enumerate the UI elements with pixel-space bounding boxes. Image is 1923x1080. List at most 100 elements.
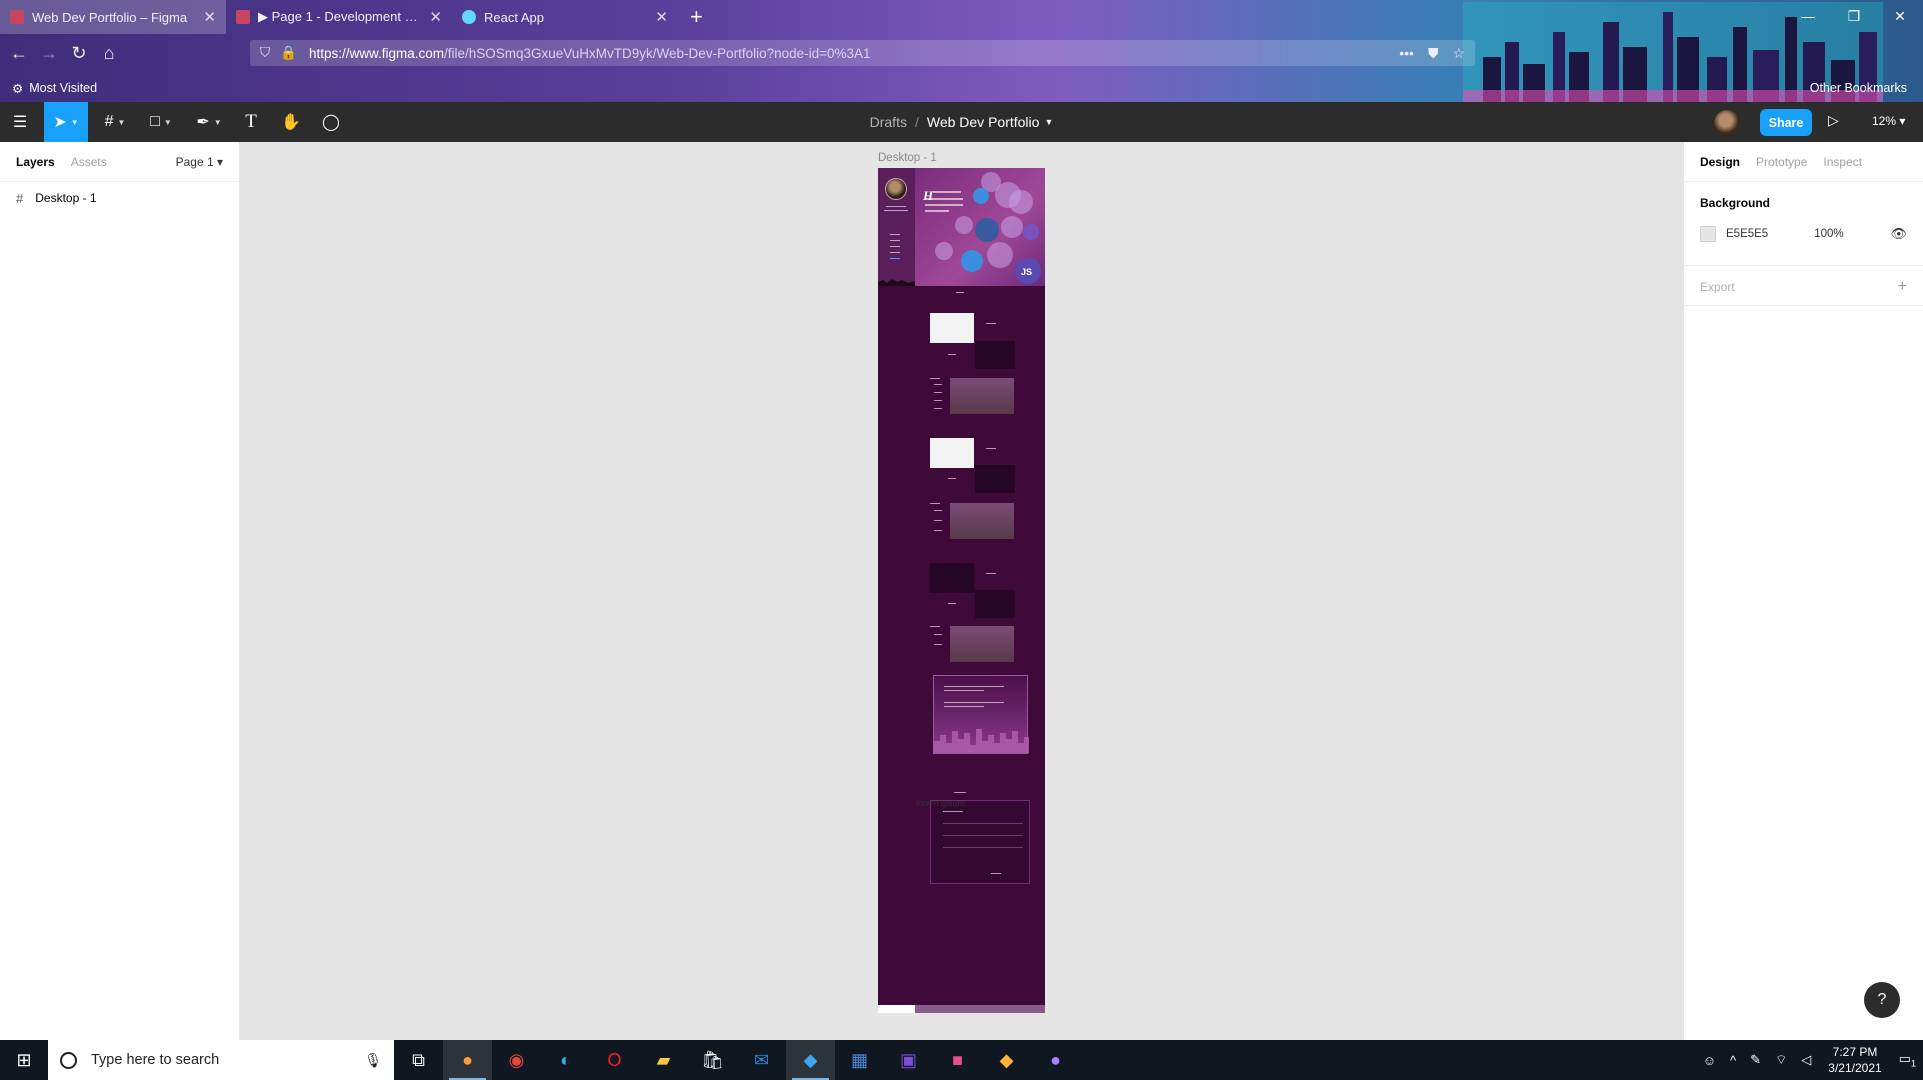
streaming-app-icon[interactable]: ▣ [884, 1040, 933, 1080]
forward-icon[interactable]: → [34, 43, 64, 64]
url-text[interactable]: https://www.figma.com/file/hSOSmq3GxueVu… [309, 46, 1385, 61]
tab-design[interactable]: Design [1700, 155, 1740, 169]
tab-strip: Web Dev Portfolio – Figma ✕ ▶ Page 1 - D… [0, 0, 1923, 34]
windows-start-icon[interactable]: ⊞ [0, 1050, 48, 1071]
shield-icon[interactable]: ⛉ [260, 45, 270, 61]
profile-photo [885, 178, 907, 200]
hand-tool-icon[interactable]: ✋ [276, 102, 306, 142]
present-play-icon[interactable]: ▷ [1828, 112, 1839, 129]
tab-prototype[interactable]: Prototype [1756, 155, 1807, 169]
background-fill-row: E5E5E5 100% 👁 [1700, 226, 1907, 242]
maximize-icon[interactable]: ❐ [1831, 0, 1877, 34]
frame-label[interactable]: Desktop - 1 [878, 152, 937, 164]
notification-center-icon[interactable]: ▭1 [1899, 1051, 1916, 1069]
bookmark-star-icon[interactable]: ☆ [1452, 45, 1465, 62]
tab-inspect[interactable]: Inspect [1823, 155, 1862, 169]
browser-tab-figma-prototype[interactable]: ▶ Page 1 - Development Portfo ✕ [226, 0, 452, 34]
back-icon[interactable]: ← [4, 43, 34, 64]
address-bar[interactable]: ⛉ 🔒 https://www.figma.com/file/hSOSmq3Gx… [250, 40, 1475, 66]
text-tool-icon[interactable]: T [236, 102, 266, 142]
project-3-screenshot [930, 563, 974, 593]
react-favicon-icon [462, 10, 476, 24]
about-section [933, 675, 1029, 754]
breadcrumb-drafts[interactable]: Drafts [870, 114, 907, 130]
pocket-icon[interactable]: ⛊ [1428, 45, 1439, 62]
bookmark-most-visited[interactable]: Most Visited [29, 81, 97, 95]
opera-icon[interactable]: O [590, 1040, 639, 1080]
edge-icon[interactable]: ◐ [541, 1040, 590, 1080]
minimize-icon[interactable]: — [1785, 0, 1831, 34]
taskbar-search[interactable]: Type here to search 🎙 [48, 1040, 394, 1080]
comment-tool-icon[interactable]: ◯ [316, 102, 346, 142]
tab-title: ▶ Page 1 - Development Portfo [258, 9, 422, 24]
task-view-icon[interactable]: ⧉ [394, 1040, 443, 1080]
frame-tool-icon[interactable]: # ▼ [96, 102, 134, 142]
shape-tool-icon[interactable]: □ ▼ [142, 102, 180, 142]
store-icon[interactable]: 🛍 [688, 1040, 737, 1080]
page-selector[interactable]: Page 1 ▾ [176, 155, 223, 169]
vscode-icon[interactable]: ◆ [786, 1040, 835, 1080]
project-1-screenshot [930, 313, 974, 343]
close-window-icon[interactable]: ✕ [1877, 0, 1923, 34]
lock-icon[interactable]: 🔒 [280, 45, 297, 61]
system-tray: ☺ ^ ✎ ⌔ ◁ 7:27 PM 3/21/2021 ▭1 [1696, 1040, 1923, 1080]
tab-layers[interactable]: Layers [16, 155, 55, 169]
file-explorer-icon[interactable]: ▰ [639, 1040, 688, 1080]
more-actions-icon[interactable]: ••• [1399, 45, 1414, 61]
properties-panel: Design Prototype Inspect Background E5E5… [1683, 142, 1923, 1040]
layer-row[interactable]: # Desktop - 1 [0, 182, 239, 214]
calculator-icon[interactable]: ▦ [835, 1040, 884, 1080]
firefox-icon[interactable]: ● [443, 1040, 492, 1080]
bookmark-other[interactable]: Other Bookmarks [1810, 81, 1907, 95]
microphone-icon[interactable]: 🎙 [364, 1052, 382, 1069]
frame-sidebar [878, 168, 915, 286]
network-icon[interactable]: ⌔ [1775, 1052, 1787, 1068]
bg-hex-input[interactable]: E5E5E5 [1726, 228, 1768, 240]
window-controls: — ❐ ✕ [1785, 0, 1923, 34]
tray-overflow-icon[interactable]: ^ [1730, 1053, 1736, 1068]
browser-tab-react-app[interactable]: React App ✕ [452, 0, 678, 34]
eye-icon[interactable]: 👁 [1890, 226, 1907, 242]
desktop-frame[interactable]: H JS lorem ipsum [878, 168, 1045, 1013]
color-swatch[interactable] [1700, 226, 1716, 242]
mail-icon[interactable]: ✉ [737, 1040, 786, 1080]
close-icon[interactable]: ✕ [203, 8, 216, 26]
close-icon[interactable]: ✕ [429, 8, 442, 26]
chrome-icon[interactable]: ◉ [492, 1040, 541, 1080]
git-client-icon[interactable]: ◆ [982, 1040, 1031, 1080]
figma-toolbar: ☰ ➤ ▼ # ▼ □ ▼ ✒ ▼ T ✋ ◯ Drafts / Web Dev Por… [0, 102, 1923, 142]
share-button[interactable]: Share [1760, 109, 1812, 136]
taskbar-clock[interactable]: 7:27 PM 3/21/2021 [1828, 1044, 1881, 1076]
css-badge-icon [973, 188, 989, 204]
home-icon[interactable]: ⌂ [94, 43, 124, 64]
tab-assets[interactable]: Assets [71, 155, 107, 169]
frame-icon: # [16, 190, 24, 206]
reload-icon[interactable]: ↻ [64, 43, 94, 64]
canvas[interactable]: Desktop - 1 H JS lorem ipsum [240, 142, 1683, 1040]
export-section: Export + [1684, 266, 1923, 306]
figma-desktop-icon[interactable]: ■ [933, 1040, 982, 1080]
add-export-icon[interactable]: + [1898, 278, 1907, 296]
main-menu-icon[interactable]: ☰ [4, 102, 36, 142]
browser-tab-figma[interactable]: Web Dev Portfolio – Figma ✕ [0, 0, 226, 34]
close-icon[interactable]: ✕ [655, 8, 668, 26]
figma-favicon-icon [10, 10, 24, 24]
file-name[interactable]: Web Dev Portfolio [927, 114, 1040, 130]
new-tab-button[interactable]: + [678, 0, 715, 34]
gear-icon: ⚙ [12, 81, 24, 96]
chevron-down-icon[interactable]: ▼ [1044, 117, 1053, 127]
layers-panel: Layers Assets Page 1 ▾ # Desktop - 1 [0, 142, 240, 1040]
people-icon[interactable]: ☺ [1703, 1053, 1716, 1068]
pen-tool-icon[interactable]: ✒ ▼ [190, 102, 228, 142]
pen-icon[interactable]: ✎ [1750, 1052, 1761, 1068]
help-button[interactable]: ? [1864, 982, 1900, 1018]
github-icon[interactable]: ● [1031, 1040, 1080, 1080]
move-tool-icon[interactable]: ➤ ▼ [44, 102, 88, 142]
background-heading: Background [1700, 196, 1771, 210]
volume-icon[interactable]: ◁ [1801, 1052, 1811, 1068]
avatar[interactable] [1714, 110, 1740, 136]
js-badge: JS [1021, 267, 1033, 277]
windows-taskbar: ⊞ Type here to search 🎙 ⧉ ● ◉ ◐ O ▰ 🛍 ✉ … [0, 1040, 1923, 1080]
bg-opacity-input[interactable]: 100% [1814, 228, 1843, 240]
zoom-level[interactable]: 12% ▾ [1872, 114, 1905, 128]
